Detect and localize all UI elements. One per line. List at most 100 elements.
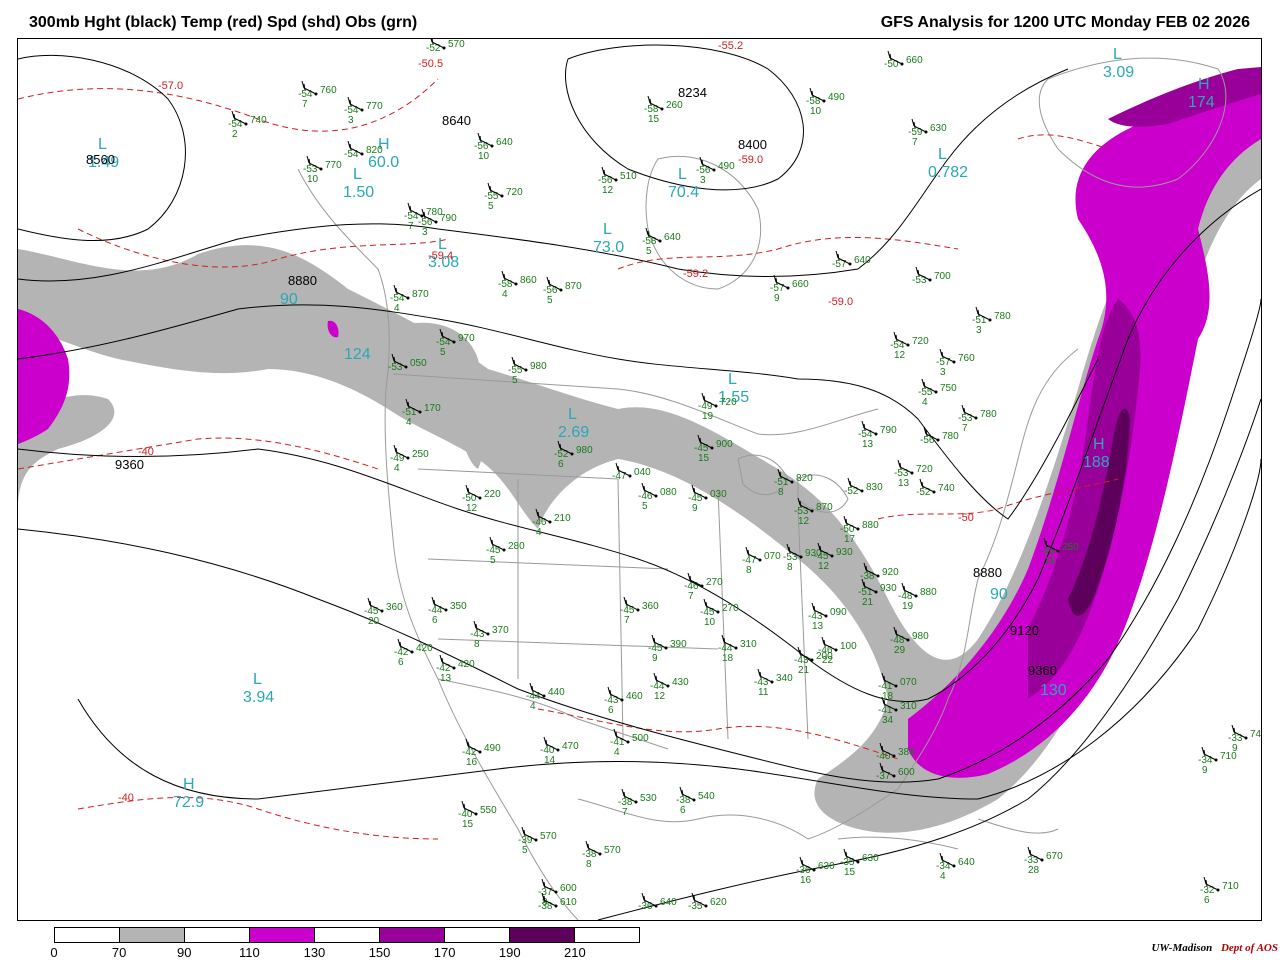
speed-center-letter: L xyxy=(568,406,577,423)
wind-speed-shading xyxy=(18,67,1261,833)
speed-value-label: 90 xyxy=(280,291,298,308)
colorbar-tick-label: 170 xyxy=(433,945,456,960)
observation-height: 080 xyxy=(660,487,677,498)
height-contour-label: 9360 xyxy=(115,457,144,472)
observation-wind: 13 xyxy=(862,439,874,450)
observation-height: 980 xyxy=(912,631,929,642)
observation-height: 090 xyxy=(830,607,847,618)
observation-height: 620 xyxy=(710,897,727,908)
observation-height: 600 xyxy=(898,767,915,778)
observation-height: 370 xyxy=(492,625,509,636)
height-contour-label: 8640 xyxy=(442,113,471,128)
observation-wind: 3 xyxy=(940,367,946,378)
temperature-contour-label: -40 xyxy=(118,792,134,804)
observation-wind: 6 xyxy=(680,805,686,816)
observation-height: 660 xyxy=(906,55,923,66)
observation-wind: 17 xyxy=(844,534,856,545)
observation-wind: 12 xyxy=(654,691,666,702)
colorbar-segment xyxy=(185,928,250,942)
colorbar-tick-label: 70 xyxy=(111,945,127,960)
observation-wind: 7 xyxy=(408,221,414,232)
observation-height: 830 xyxy=(866,482,883,493)
observation-wind: 5 xyxy=(512,375,518,386)
observation-wind: 9 xyxy=(1232,743,1238,754)
observation-height: 770 xyxy=(366,101,383,112)
observation-height: 900 xyxy=(716,439,733,450)
observation-height: 750 xyxy=(940,383,957,394)
observation-height: 880 xyxy=(862,520,879,531)
observation-height: 720 xyxy=(506,187,523,198)
observation-height: 660 xyxy=(792,279,809,290)
observation-wind: 19 xyxy=(902,601,914,612)
observation-temp: -53 xyxy=(912,275,927,286)
observation-temp: -35 xyxy=(688,901,703,912)
observation-height: 430 xyxy=(672,677,689,688)
speed-center-value: 60.0 xyxy=(368,154,399,171)
speed-center-letter: L xyxy=(728,371,737,388)
observation-height: 070 xyxy=(900,677,917,688)
observation-height: 820 xyxy=(366,145,383,156)
observation-wind: 14 xyxy=(544,755,556,766)
speed-center-value: 3.09 xyxy=(1103,64,1134,81)
observation-wind: 4 xyxy=(394,303,400,314)
observation-height: 310 xyxy=(740,639,757,650)
observation-wind: 3 xyxy=(422,227,428,238)
speed-center-value: 3.94 xyxy=(243,689,274,706)
observation-wind: 5 xyxy=(646,246,652,257)
observation-wind: 10 xyxy=(704,617,716,628)
observation-height: 930 xyxy=(880,583,897,594)
speed-center-value: 70.4 xyxy=(668,184,699,201)
speed-center-letter: H xyxy=(1198,76,1210,93)
observation-wind: 8 xyxy=(778,487,784,498)
observation-height: 570 xyxy=(604,845,621,856)
observation-wind: 6 xyxy=(1204,895,1210,906)
map-canvas: L1.49H60.0L1.50L3.08L70.4L73.0L0.782L3.0… xyxy=(18,39,1261,920)
observation-height: 540 xyxy=(698,791,715,802)
observation-wind: 11 xyxy=(758,687,769,698)
observation-wind: 4 xyxy=(406,417,412,428)
observation-wind: 9 xyxy=(692,503,698,514)
speed-center-value: 72.9 xyxy=(173,794,204,811)
speed-center-value: 2.69 xyxy=(558,424,589,441)
speed-center-letter: L xyxy=(98,136,107,153)
colorbar-segment xyxy=(250,928,315,942)
observation-wind: 13 xyxy=(440,673,452,684)
temperature-contour-label: -55.2 xyxy=(718,40,743,52)
observation-temp: -50 xyxy=(884,59,899,70)
chart-title: 300mb Hght (black) Temp (red) Spd (shd) … xyxy=(29,14,418,31)
observation-temp: -52 xyxy=(426,43,441,54)
observation-wind: 7 xyxy=(624,615,630,626)
credit: UW-Madison Dept of AOS xyxy=(1151,942,1278,954)
observation-height: 740 xyxy=(938,483,955,494)
observation-wind: 15 xyxy=(462,819,474,830)
observation-wind: 10 xyxy=(307,174,319,185)
observation-height: 920 xyxy=(882,567,899,578)
observation-height: 470 xyxy=(562,741,579,752)
observation-height: 980 xyxy=(530,361,547,372)
observation-height: 780 xyxy=(942,431,959,442)
height-labels: 856086408234840088809360888091209360 xyxy=(86,85,1057,678)
observation-wind: 3 xyxy=(348,115,354,126)
speed-center-value: 0.782 xyxy=(928,164,968,181)
colorbar-segment xyxy=(315,928,380,942)
observation-height: 440 xyxy=(548,687,565,698)
height-contour-label: 8880 xyxy=(973,565,1002,580)
observation-height: 700 xyxy=(934,271,951,282)
observation-height: 390 xyxy=(670,639,687,650)
observation-height: 870 xyxy=(412,289,429,300)
observation-height: 720 xyxy=(720,397,737,408)
colorbar-segment xyxy=(120,928,185,942)
observation-height: 490 xyxy=(718,161,735,172)
observation-height: 820 xyxy=(796,473,813,484)
speed-center-value: 1.50 xyxy=(343,184,374,201)
observation-height: 280 xyxy=(508,541,525,552)
wind-speed-colorbar xyxy=(54,927,640,943)
height-contour xyxy=(18,68,1069,282)
height-contour-label: 9120 xyxy=(1010,623,1039,638)
observation-wind: 22 xyxy=(822,655,834,666)
observation-height: 360 xyxy=(386,602,403,613)
temp-contour xyxy=(1017,134,1109,150)
colorbar-tick-label: 190 xyxy=(498,945,521,960)
observation-height: 550 xyxy=(480,805,497,816)
observation-wind: 12 xyxy=(602,185,614,196)
